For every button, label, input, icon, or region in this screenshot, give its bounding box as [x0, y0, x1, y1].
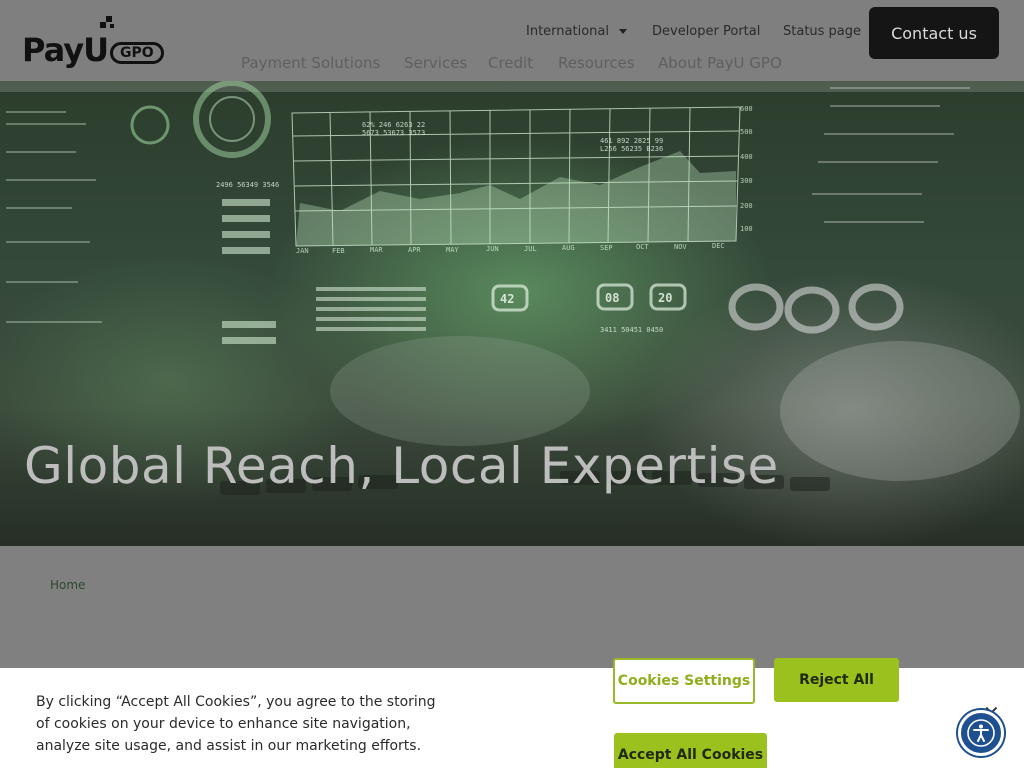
readout-5: 2496 56349 3546: [216, 181, 279, 189]
month-dec: DEC: [712, 242, 725, 250]
status-page-link[interactable]: Status page: [783, 24, 861, 39]
logo-wordmark: PayU: [22, 31, 109, 69]
month-sep: SEP: [600, 244, 613, 252]
international-label: International: [526, 24, 609, 39]
month-nov: NOV: [674, 243, 687, 251]
month-feb: FEB: [332, 247, 345, 255]
accessibility-figure-icon: [967, 719, 995, 747]
month-mar: MAR: [370, 246, 383, 254]
hero-title: Global Reach, Local Expertise: [24, 437, 779, 495]
payu-gpo-logo[interactable]: PayU GPO: [22, 16, 164, 69]
readout-3: 461 892 2825 99: [600, 137, 663, 145]
nav-payment-solutions[interactable]: Payment Solutions: [241, 54, 380, 72]
contact-us-button[interactable]: Contact us: [869, 7, 999, 59]
international-dropdown[interactable]: International: [526, 24, 627, 39]
nav-credit[interactable]: Credit: [488, 54, 533, 72]
nav-about-payu-gpo[interactable]: About PayU GPO: [658, 54, 782, 72]
axis-400: 400: [740, 153, 753, 161]
axis-200: 200: [740, 202, 753, 210]
axis-300: 300: [740, 177, 753, 185]
cookie-consent-text: By clicking “Accept All Cookies”, you ag…: [36, 694, 436, 754]
month-oct: OCT: [636, 243, 649, 251]
developer-portal-link[interactable]: Developer Portal: [652, 24, 760, 39]
counter-08: 08: [605, 291, 619, 305]
month-apr: APR: [408, 246, 421, 254]
axis-100: 100: [740, 225, 753, 233]
logo-dots-icon: [100, 16, 116, 32]
chevron-down-icon: [618, 29, 627, 34]
month-jun: JUN: [486, 245, 499, 253]
breadcrumb-section: Home: [0, 546, 1024, 668]
nav-services[interactable]: Services: [404, 54, 467, 72]
month-jan: JAN: [296, 247, 309, 255]
reject-all-button[interactable]: Reject All: [774, 658, 899, 702]
cookies-settings-button[interactable]: Cookies Settings: [613, 658, 755, 704]
axis-600: 600: [740, 105, 753, 113]
hero-banner: 600 500 400 300 200 100 JAN FEB MAR APR …: [0, 81, 1024, 546]
cookie-consent-banner: By clicking “Accept All Cookies”, you ag…: [0, 658, 1024, 768]
accessibility-icon[interactable]: [958, 710, 1004, 756]
counter-20: 20: [658, 291, 672, 305]
readout-2: 5673 53673 3573: [362, 129, 425, 137]
nav-resources[interactable]: Resources: [558, 54, 635, 72]
readout-9: 3411 50451 0450: [600, 326, 663, 334]
month-may: MAY: [446, 246, 459, 254]
month-jul: JUL: [524, 245, 537, 253]
month-aug: AUG: [562, 244, 575, 252]
accept-all-cookies-button[interactable]: Accept All Cookies: [614, 733, 767, 768]
readout-4: L256 56235 B236: [600, 145, 663, 153]
readout-1: 62% 246 6263 22: [362, 121, 425, 129]
counter-42: 42: [500, 292, 514, 306]
site-header: PayU GPO International Developer Portal …: [0, 0, 1024, 81]
breadcrumb-home-link[interactable]: Home: [50, 578, 85, 592]
logo-badge: GPO: [110, 42, 164, 64]
axis-500: 500: [740, 128, 753, 136]
